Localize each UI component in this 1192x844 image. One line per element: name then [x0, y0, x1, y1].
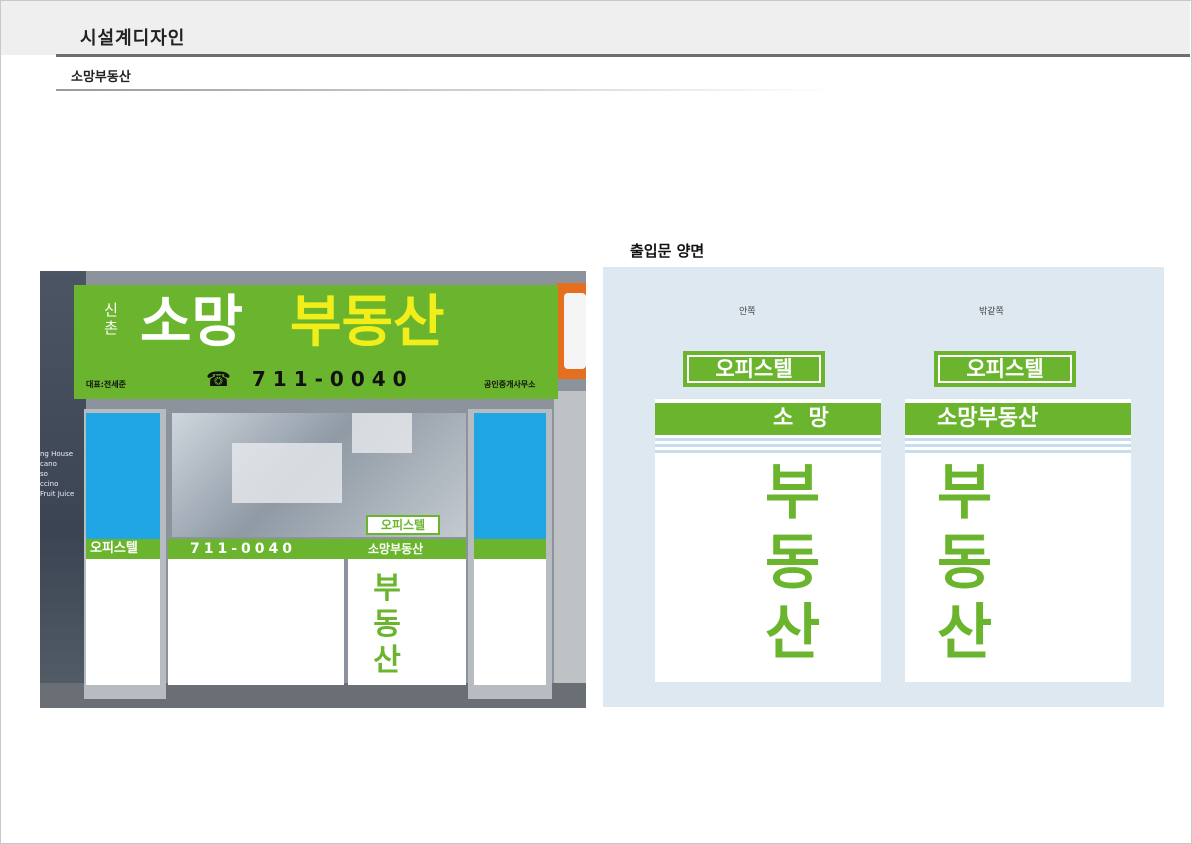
neighbor-menu-line: Fruit Juice [40, 490, 75, 498]
outside-band-text: 소망부동산 [937, 406, 1039, 431]
door-vertical-char: 부 [373, 571, 401, 606]
door-badge: 오피스텔 [366, 515, 440, 535]
door-vertical-char: 동 [373, 607, 401, 642]
page-title: 시설계디자인 [80, 28, 186, 49]
outside-badge-text: 오피스텔 [938, 355, 1072, 383]
inside-band [655, 403, 881, 435]
door-vertical-text: 부 동 산 [362, 571, 412, 679]
window-display [232, 443, 342, 503]
door-design-label: 출입문 양면 [630, 242, 705, 260]
outside-officetel-badge: 오피스텔 [934, 351, 1076, 387]
window-phone: 711-0040 [190, 541, 296, 557]
storefront-photo: ng House cano so ccino Fruit Juice 신촌 소망… [40, 271, 586, 708]
left-strip-text: 오피스텔 [90, 541, 138, 556]
inside-door-card: 소 망 부 동 산 [655, 399, 881, 682]
card-stripes [905, 435, 1131, 453]
inside-band-text: 소 망 [773, 406, 829, 431]
sign-representative: 대표:전세준 [86, 380, 126, 389]
right-wall [554, 391, 586, 691]
inside-vertical-char: 부 [765, 458, 821, 528]
card-stripes [655, 435, 881, 453]
right-white-panel [474, 559, 546, 685]
subtitle-divider [56, 89, 836, 91]
right-green-strip [474, 539, 546, 559]
outside-vertical-char: 산 [937, 598, 993, 668]
outside-door-card: 소망부동산 부 동 산 [905, 399, 1131, 682]
inside-label: 안쪽 [739, 307, 756, 317]
left-white-panel [86, 559, 160, 685]
sign-phone: ☎ 711-0040 [206, 367, 414, 391]
door-vertical-char: 산 [373, 643, 401, 678]
sign-name-yellow: 부동산 [290, 290, 445, 355]
neighbor-menu-line: cano [40, 460, 57, 468]
neighbor-sign-face [564, 293, 586, 369]
neighbor-menu-text: ng House cano so ccino Fruit Juice [40, 449, 74, 499]
door-design-panel: 안쪽 밖같쪽 오피스텔 오피스텔 소 망 부 동 산 소망부동산 부 동 산 [603, 267, 1164, 707]
page-subtitle: 소망부동산 [71, 70, 131, 85]
window-reflection [352, 413, 412, 453]
left-blue-panel [86, 413, 160, 539]
outside-label: 밖같쪽 [979, 307, 1004, 317]
inside-badge-text: 오피스텔 [687, 355, 821, 383]
door-strip-text: 소망부동산 [368, 542, 424, 556]
sign-name-white: 소망 [140, 290, 244, 355]
sign-region-text: 신촌 [104, 301, 118, 337]
inside-vertical-char: 동 [765, 528, 821, 598]
neighbor-menu-line: ccino [40, 480, 59, 488]
sign-office-type: 공인중개사무소 [484, 380, 536, 389]
outside-vertical-char: 부 [937, 458, 993, 528]
center-white-panel [168, 559, 344, 685]
inside-officetel-badge: 오피스텔 [683, 351, 825, 387]
neighbor-menu-line: ng House [40, 450, 74, 458]
outside-vertical-char: 동 [937, 528, 993, 598]
neighbor-menu-line: so [40, 470, 48, 478]
inside-vertical-char: 산 [765, 598, 821, 668]
header-divider [56, 54, 1190, 57]
right-blue-panel [474, 413, 546, 539]
